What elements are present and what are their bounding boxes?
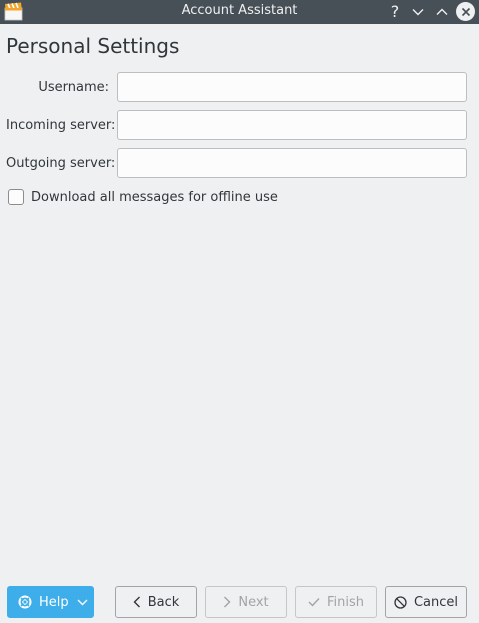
chevron-left-icon	[133, 596, 141, 608]
maximize-button[interactable]	[432, 2, 452, 22]
cancel-icon	[394, 595, 407, 609]
next-button-label: Next	[238, 594, 269, 610]
username-field[interactable]	[117, 72, 467, 102]
finish-button[interactable]: Finish	[295, 586, 377, 618]
offline-download-label[interactable]: Download all messages for offline use	[31, 190, 278, 205]
help-button[interactable]: Help	[7, 586, 94, 618]
close-button[interactable]	[456, 2, 475, 21]
back-button-label: Back	[147, 594, 180, 610]
username-label: Username:	[38, 80, 109, 95]
chevron-down-icon	[77, 599, 87, 605]
outgoing-server-field[interactable]	[117, 148, 467, 178]
finish-button-label: Finish	[326, 594, 364, 610]
incoming-server-label: Incoming server:	[6, 118, 116, 133]
offline-download-checkbox[interactable]	[8, 189, 24, 205]
cancel-button[interactable]: Cancel	[385, 586, 467, 618]
page-title: Personal Settings	[6, 34, 180, 58]
chevron-up-icon	[436, 8, 448, 15]
help-menu-arrow[interactable]	[71, 587, 93, 617]
checkmark-icon	[308, 597, 320, 607]
minimize-button[interactable]	[408, 2, 428, 22]
outgoing-server-label: Outgoing server:	[6, 156, 116, 171]
lifebuoy-icon	[18, 595, 32, 609]
title-bar[interactable]: Account Assistant ?	[0, 0, 479, 24]
chevron-right-icon	[223, 596, 231, 608]
cancel-button-label: Cancel	[413, 594, 459, 610]
offline-download-option[interactable]: Download all messages for offline use	[8, 188, 278, 206]
chevron-down-icon	[412, 9, 424, 16]
incoming-server-field[interactable]	[117, 110, 467, 140]
back-button[interactable]: Back	[115, 586, 197, 618]
help-button-label: Help	[39, 594, 69, 610]
close-icon	[461, 7, 470, 16]
context-help-button[interactable]: ?	[385, 2, 405, 22]
next-button[interactable]: Next	[205, 586, 287, 618]
